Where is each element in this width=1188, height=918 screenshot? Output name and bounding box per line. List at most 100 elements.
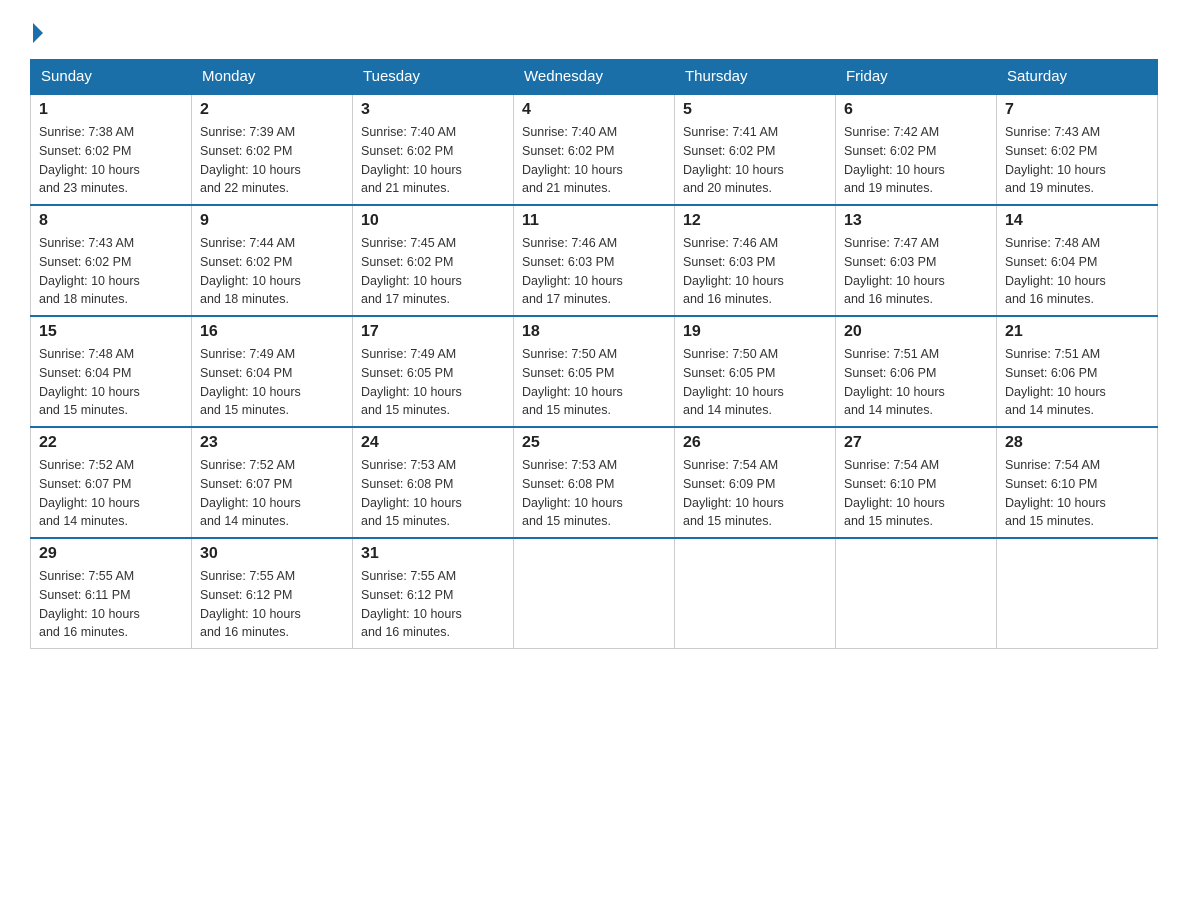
calendar-cell: 20 Sunrise: 7:51 AM Sunset: 6:06 PM Dayl…: [836, 316, 997, 427]
calendar-table: SundayMondayTuesdayWednesdayThursdayFrid…: [30, 59, 1158, 649]
calendar-cell: 19 Sunrise: 7:50 AM Sunset: 6:05 PM Dayl…: [675, 316, 836, 427]
day-number: 10: [361, 212, 505, 230]
calendar-cell: 16 Sunrise: 7:49 AM Sunset: 6:04 PM Dayl…: [192, 316, 353, 427]
day-info: Sunrise: 7:49 AM Sunset: 6:04 PM Dayligh…: [200, 345, 344, 420]
calendar-cell: [836, 538, 997, 649]
day-number: 5: [683, 101, 827, 119]
calendar-cell: 22 Sunrise: 7:52 AM Sunset: 6:07 PM Dayl…: [31, 427, 192, 538]
calendar-cell: 27 Sunrise: 7:54 AM Sunset: 6:10 PM Dayl…: [836, 427, 997, 538]
calendar-cell: 14 Sunrise: 7:48 AM Sunset: 6:04 PM Dayl…: [997, 205, 1158, 316]
day-info: Sunrise: 7:49 AM Sunset: 6:05 PM Dayligh…: [361, 345, 505, 420]
calendar-cell: 24 Sunrise: 7:53 AM Sunset: 6:08 PM Dayl…: [353, 427, 514, 538]
day-number: 24: [361, 434, 505, 452]
calendar-cell: 12 Sunrise: 7:46 AM Sunset: 6:03 PM Dayl…: [675, 205, 836, 316]
calendar-cell: 31 Sunrise: 7:55 AM Sunset: 6:12 PM Dayl…: [353, 538, 514, 649]
header-wednesday: Wednesday: [514, 60, 675, 95]
calendar-week-3: 15 Sunrise: 7:48 AM Sunset: 6:04 PM Dayl…: [31, 316, 1158, 427]
calendar-cell: 11 Sunrise: 7:46 AM Sunset: 6:03 PM Dayl…: [514, 205, 675, 316]
day-info: Sunrise: 7:51 AM Sunset: 6:06 PM Dayligh…: [844, 345, 988, 420]
calendar-cell: 2 Sunrise: 7:39 AM Sunset: 6:02 PM Dayli…: [192, 94, 353, 205]
day-number: 21: [1005, 323, 1149, 341]
calendar-cell: 13 Sunrise: 7:47 AM Sunset: 6:03 PM Dayl…: [836, 205, 997, 316]
calendar-cell: 3 Sunrise: 7:40 AM Sunset: 6:02 PM Dayli…: [353, 94, 514, 205]
day-number: 11: [522, 212, 666, 230]
calendar-cell: 15 Sunrise: 7:48 AM Sunset: 6:04 PM Dayl…: [31, 316, 192, 427]
day-info: Sunrise: 7:54 AM Sunset: 6:09 PM Dayligh…: [683, 456, 827, 531]
calendar-cell: 25 Sunrise: 7:53 AM Sunset: 6:08 PM Dayl…: [514, 427, 675, 538]
calendar-cell: 1 Sunrise: 7:38 AM Sunset: 6:02 PM Dayli…: [31, 94, 192, 205]
day-info: Sunrise: 7:46 AM Sunset: 6:03 PM Dayligh…: [522, 234, 666, 309]
day-number: 7: [1005, 101, 1149, 119]
calendar-week-4: 22 Sunrise: 7:52 AM Sunset: 6:07 PM Dayl…: [31, 427, 1158, 538]
calendar-cell: 18 Sunrise: 7:50 AM Sunset: 6:05 PM Dayl…: [514, 316, 675, 427]
header-sunday: Sunday: [31, 60, 192, 95]
day-info: Sunrise: 7:50 AM Sunset: 6:05 PM Dayligh…: [522, 345, 666, 420]
calendar-cell: 30 Sunrise: 7:55 AM Sunset: 6:12 PM Dayl…: [192, 538, 353, 649]
calendar-cell: 6 Sunrise: 7:42 AM Sunset: 6:02 PM Dayli…: [836, 94, 997, 205]
day-number: 19: [683, 323, 827, 341]
day-number: 31: [361, 545, 505, 563]
day-number: 15: [39, 323, 183, 341]
day-info: Sunrise: 7:44 AM Sunset: 6:02 PM Dayligh…: [200, 234, 344, 309]
calendar-cell: 28 Sunrise: 7:54 AM Sunset: 6:10 PM Dayl…: [997, 427, 1158, 538]
day-info: Sunrise: 7:42 AM Sunset: 6:02 PM Dayligh…: [844, 123, 988, 198]
page-header: [30, 20, 1158, 39]
day-number: 6: [844, 101, 988, 119]
day-number: 30: [200, 545, 344, 563]
day-number: 18: [522, 323, 666, 341]
calendar-cell: 29 Sunrise: 7:55 AM Sunset: 6:11 PM Dayl…: [31, 538, 192, 649]
calendar-cell: 17 Sunrise: 7:49 AM Sunset: 6:05 PM Dayl…: [353, 316, 514, 427]
day-info: Sunrise: 7:50 AM Sunset: 6:05 PM Dayligh…: [683, 345, 827, 420]
calendar-cell: 10 Sunrise: 7:45 AM Sunset: 6:02 PM Dayl…: [353, 205, 514, 316]
calendar-cell: 5 Sunrise: 7:41 AM Sunset: 6:02 PM Dayli…: [675, 94, 836, 205]
day-info: Sunrise: 7:54 AM Sunset: 6:10 PM Dayligh…: [844, 456, 988, 531]
day-info: Sunrise: 7:55 AM Sunset: 6:11 PM Dayligh…: [39, 567, 183, 642]
day-number: 8: [39, 212, 183, 230]
day-info: Sunrise: 7:54 AM Sunset: 6:10 PM Dayligh…: [1005, 456, 1149, 531]
day-number: 16: [200, 323, 344, 341]
day-info: Sunrise: 7:45 AM Sunset: 6:02 PM Dayligh…: [361, 234, 505, 309]
day-info: Sunrise: 7:53 AM Sunset: 6:08 PM Dayligh…: [361, 456, 505, 531]
calendar-cell: 21 Sunrise: 7:51 AM Sunset: 6:06 PM Dayl…: [997, 316, 1158, 427]
header-thursday: Thursday: [675, 60, 836, 95]
day-number: 9: [200, 212, 344, 230]
calendar-week-5: 29 Sunrise: 7:55 AM Sunset: 6:11 PM Dayl…: [31, 538, 1158, 649]
day-info: Sunrise: 7:46 AM Sunset: 6:03 PM Dayligh…: [683, 234, 827, 309]
day-number: 26: [683, 434, 827, 452]
day-info: Sunrise: 7:55 AM Sunset: 6:12 PM Dayligh…: [361, 567, 505, 642]
day-info: Sunrise: 7:52 AM Sunset: 6:07 PM Dayligh…: [200, 456, 344, 531]
day-number: 12: [683, 212, 827, 230]
logo: [30, 20, 43, 39]
day-info: Sunrise: 7:38 AM Sunset: 6:02 PM Dayligh…: [39, 123, 183, 198]
day-number: 4: [522, 101, 666, 119]
calendar-cell: 23 Sunrise: 7:52 AM Sunset: 6:07 PM Dayl…: [192, 427, 353, 538]
day-info: Sunrise: 7:52 AM Sunset: 6:07 PM Dayligh…: [39, 456, 183, 531]
calendar-cell: [997, 538, 1158, 649]
day-info: Sunrise: 7:39 AM Sunset: 6:02 PM Dayligh…: [200, 123, 344, 198]
calendar-cell: 7 Sunrise: 7:43 AM Sunset: 6:02 PM Dayli…: [997, 94, 1158, 205]
calendar-week-1: 1 Sunrise: 7:38 AM Sunset: 6:02 PM Dayli…: [31, 94, 1158, 205]
day-number: 23: [200, 434, 344, 452]
day-info: Sunrise: 7:40 AM Sunset: 6:02 PM Dayligh…: [522, 123, 666, 198]
header-tuesday: Tuesday: [353, 60, 514, 95]
day-number: 13: [844, 212, 988, 230]
calendar-cell: 8 Sunrise: 7:43 AM Sunset: 6:02 PM Dayli…: [31, 205, 192, 316]
day-info: Sunrise: 7:48 AM Sunset: 6:04 PM Dayligh…: [1005, 234, 1149, 309]
day-info: Sunrise: 7:43 AM Sunset: 6:02 PM Dayligh…: [1005, 123, 1149, 198]
day-info: Sunrise: 7:53 AM Sunset: 6:08 PM Dayligh…: [522, 456, 666, 531]
day-info: Sunrise: 7:43 AM Sunset: 6:02 PM Dayligh…: [39, 234, 183, 309]
calendar-cell: [514, 538, 675, 649]
day-number: 22: [39, 434, 183, 452]
day-number: 27: [844, 434, 988, 452]
calendar-header-row: SundayMondayTuesdayWednesdayThursdayFrid…: [31, 60, 1158, 95]
day-info: Sunrise: 7:51 AM Sunset: 6:06 PM Dayligh…: [1005, 345, 1149, 420]
logo-top: [30, 20, 43, 43]
calendar-cell: 26 Sunrise: 7:54 AM Sunset: 6:09 PM Dayl…: [675, 427, 836, 538]
header-saturday: Saturday: [997, 60, 1158, 95]
logo-arrow-icon: [33, 23, 43, 43]
calendar-cell: [675, 538, 836, 649]
calendar-cell: 9 Sunrise: 7:44 AM Sunset: 6:02 PM Dayli…: [192, 205, 353, 316]
day-number: 25: [522, 434, 666, 452]
header-monday: Monday: [192, 60, 353, 95]
day-number: 14: [1005, 212, 1149, 230]
